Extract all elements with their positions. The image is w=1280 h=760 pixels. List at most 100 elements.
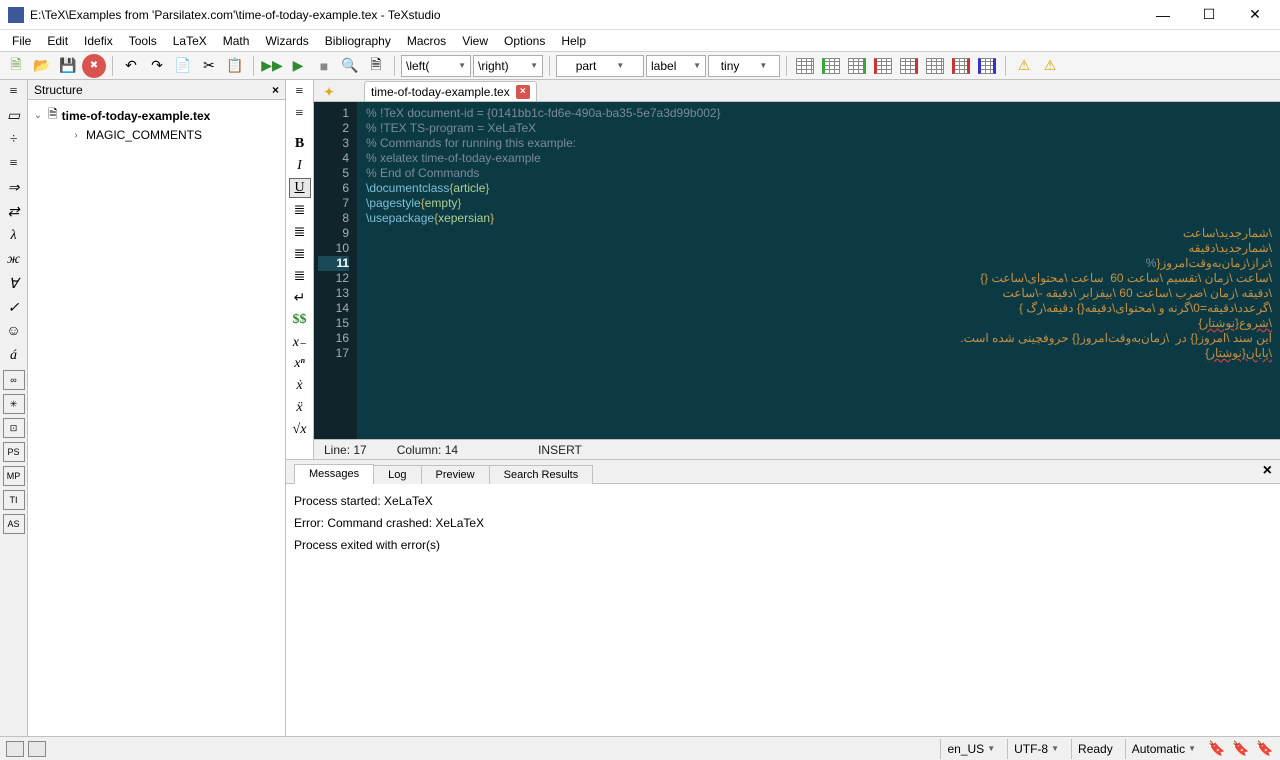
sym-accent-icon[interactable]: á [3,346,25,366]
align-left-button[interactable]: ≣ [289,200,311,220]
table-icon-2[interactable] [819,54,843,78]
sym-lambda-icon[interactable]: λ [3,226,25,246]
bookmark-1-icon[interactable]: 🔖 [1208,740,1226,758]
table-icon-6[interactable] [923,54,947,78]
sym-ps-icon[interactable]: PS [3,442,25,462]
tab-preview[interactable]: Preview [421,465,490,484]
align-justify-button[interactable]: ≣ [289,266,311,286]
ref-combo[interactable]: label▼ [646,55,706,77]
lang-chip[interactable]: en_US▼ [940,739,1001,759]
sym-list-icon[interactable]: ≡ [3,82,25,102]
menu-bibliography[interactable]: Bibliography [317,32,399,50]
sym-equiv-icon[interactable]: ≡ [3,154,25,174]
sym-dot-icon[interactable]: ⊡ [3,418,25,438]
sym-ti-icon[interactable]: TI [3,490,25,510]
document-tab[interactable]: time-of-today-example.tex × [364,81,537,101]
menu-latex[interactable]: LaTeX [165,32,215,50]
sym-infty-icon[interactable]: ∞ [3,370,25,390]
sym-arrow-icon[interactable]: ⇒ [3,178,25,198]
menu-math[interactable]: Math [215,32,258,50]
close-doc-button[interactable]: ✖ [82,54,106,78]
bookmark-2-icon[interactable]: 🔖 [1232,740,1250,758]
menu-help[interactable]: Help [553,32,594,50]
size-combo[interactable]: tiny▼ [708,55,780,77]
sym-as-icon[interactable]: AS [3,514,25,534]
sym-arrows2-icon[interactable]: ⇄ [3,202,25,222]
bold-button[interactable]: B [289,134,311,154]
menu-edit[interactable]: Edit [39,32,76,50]
warning-icon-2[interactable]: ⚠ [1038,54,1062,78]
save-button[interactable]: 💾 [56,54,80,78]
ddot-button[interactable]: ẍ [289,398,311,418]
align-center-button[interactable]: ≣ [289,222,311,242]
view-pdf-button[interactable]: 🔍 [338,54,362,78]
sym-frac-icon[interactable]: ÷ [3,130,25,150]
layout-toggle-2[interactable] [28,741,46,757]
table-icon-8[interactable] [975,54,999,78]
align-right-button[interactable]: ≣ [289,244,311,264]
maximize-button[interactable]: ☐ [1186,0,1232,30]
undo-button[interactable]: ↶ [119,54,143,78]
bookmark-3-icon[interactable]: 🔖 [1256,740,1274,758]
stop-compile-button[interactable]: ■ [312,54,336,78]
sym-mp-icon[interactable]: MP [3,466,25,486]
messages-area[interactable]: Process started: XeLaTeX Error: Command … [286,484,1280,736]
code-area[interactable]: % !TeX document-id = {0141bb1c-fd6e-490a… [358,102,1280,439]
sym-ast-icon[interactable]: ✳ [3,394,25,414]
tab-close-icon[interactable]: × [516,85,530,99]
table-icon-3[interactable] [845,54,869,78]
view-log-button[interactable]: 🗎 [364,54,388,78]
mathmode-button[interactable]: $$ [289,310,311,330]
dot-button[interactable]: ẋ [289,376,311,396]
compile-button[interactable]: ▶ [286,54,310,78]
table-icon-5[interactable] [897,54,921,78]
tree-child[interactable]: › MAGIC_COMMENTS [30,127,283,143]
build-view-button[interactable]: ▶▶ [260,54,284,78]
newline-button[interactable]: ↵ [289,288,311,308]
copy-button[interactable]: 📄 [171,54,195,78]
structure-tree[interactable]: ⌄ 🗎 time-of-today-example.tex › MAGIC_CO… [28,100,285,736]
italic-button[interactable]: I [289,156,311,176]
tab-messages[interactable]: Messages [294,464,374,484]
encoding-chip[interactable]: UTF-8▼ [1007,739,1065,759]
paste-button[interactable]: 📋 [223,54,247,78]
close-button[interactable]: ✕ [1232,0,1278,30]
menu-macros[interactable]: Macros [399,32,454,50]
structure-close-icon[interactable]: × [272,83,279,97]
left-delim-combo[interactable]: \left(▼ [401,55,471,77]
sym-smiley-icon[interactable]: ☺ [3,322,25,342]
add-doc-button[interactable]: ✦ [320,83,338,101]
menu-options[interactable]: Options [496,32,553,50]
redo-button[interactable]: ↷ [145,54,169,78]
section-combo[interactable]: part▼ [556,55,644,77]
auto-chip[interactable]: Automatic▼ [1125,739,1202,759]
table-icon-4[interactable] [871,54,895,78]
tab-search-results[interactable]: Search Results [489,465,594,484]
new-doc-button[interactable]: 🗎 [4,54,28,78]
tb-outline2-icon[interactable]: ≡ [289,104,311,124]
open-button[interactable]: 📂 [30,54,54,78]
warning-icon-1[interactable]: ⚠ [1012,54,1036,78]
minimize-button[interactable]: — [1140,0,1186,30]
tb-outline1-icon[interactable]: ≡ [289,82,311,102]
tab-log[interactable]: Log [373,465,421,484]
sqrt-button[interactable]: √x [289,420,311,440]
expand-icon[interactable]: › [70,130,82,141]
underline-button[interactable]: U [289,178,311,198]
sym-zhe-icon[interactable]: ж [3,250,25,270]
sym-forall-icon[interactable]: ∀ [3,274,25,294]
table-icon-1[interactable] [793,54,817,78]
code-editor[interactable]: 1 2 3 4 5 6 7 8 9 10 11 12 13 14 [314,102,1280,439]
collapse-icon[interactable]: ⌄ [32,110,44,121]
sym-box-icon[interactable]: ▭ [3,106,25,126]
layout-toggle-1[interactable] [6,741,24,757]
subscript-button[interactable]: x₋ [289,332,311,352]
cut-button[interactable]: ✂ [197,54,221,78]
sym-check-icon[interactable]: ✓ [3,298,25,318]
menu-idefix[interactable]: Idefix [76,32,121,50]
superscript-button[interactable]: xⁿ [289,354,311,374]
menu-tools[interactable]: Tools [121,32,165,50]
right-delim-combo[interactable]: \right)▼ [473,55,543,77]
menu-view[interactable]: View [454,32,496,50]
table-icon-7[interactable] [949,54,973,78]
